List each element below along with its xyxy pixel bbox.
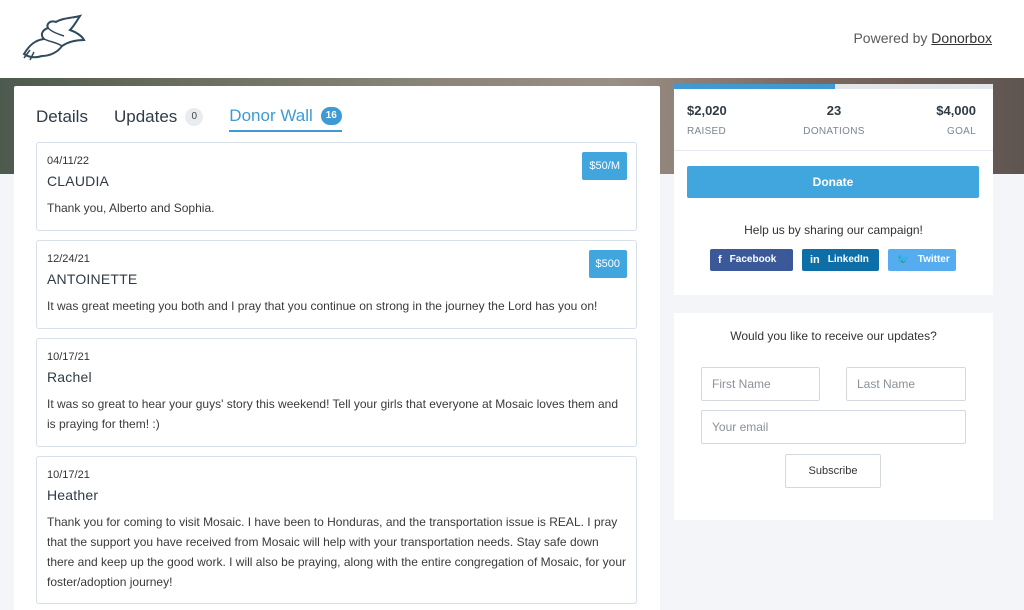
- goal-value: $4,000: [936, 103, 976, 118]
- raised-value: $2,020: [687, 103, 727, 118]
- subscribe-button[interactable]: Subscribe: [785, 454, 881, 488]
- donor-name: Rachel: [47, 369, 92, 385]
- donations-stat: 23 DONATIONS: [794, 103, 874, 137]
- donor-name: CLAUDIA: [47, 173, 110, 189]
- linkedin-icon: in: [810, 254, 820, 266]
- header: Powered by Donorbox: [0, 0, 1024, 78]
- goal-stat: $4,000 GOAL: [936, 103, 976, 137]
- facebook-icon: f: [718, 254, 722, 266]
- goal-label: GOAL: [947, 126, 976, 137]
- twitter-share-button[interactable]: 🐦 Twitter: [888, 249, 956, 271]
- facebook-share-label: Facebook: [729, 254, 777, 265]
- tab-bar: Details Updates 0 Donor Wall 16: [36, 104, 368, 134]
- twitter-share-label: Twitter: [917, 254, 950, 265]
- linkedin-share-label: LinkedIn: [827, 254, 869, 265]
- donation-amount-badge: $500: [588, 250, 627, 278]
- donor-entry: 04/11/22 CLAUDIA Thank you, Alberto and …: [36, 142, 637, 231]
- donor-name: ANTOINETTE: [47, 271, 138, 287]
- share-prompt: Help us by sharing our campaign!: [744, 223, 923, 237]
- donor-message: Thank you for coming to visit Mosaic. I …: [47, 515, 627, 589]
- campaign-details-card: Details Updates 0 Donor Wall 16 04/11/22…: [14, 86, 660, 610]
- linkedin-share-button[interactable]: in LinkedIn: [802, 249, 879, 271]
- tab-details-label: Details: [36, 107, 88, 126]
- tab-donor-wall-label: Donor Wall: [229, 106, 313, 125]
- donations-value: 23: [826, 103, 842, 118]
- facebook-share-button[interactable]: f Facebook: [710, 249, 793, 271]
- donor-date: 10/17/21: [47, 351, 90, 363]
- progress-fill: [674, 84, 836, 89]
- donor-message: Thank you, Alberto and Sophia.: [47, 201, 215, 215]
- donations-label: DONATIONS: [803, 126, 865, 137]
- donor-entry: 10/17/21 Heather Thank you for coming to…: [36, 456, 637, 604]
- tab-donor-wall[interactable]: Donor Wall 16: [229, 104, 342, 132]
- email-field[interactable]: Your email: [701, 410, 966, 444]
- donor-name: Heather: [47, 487, 99, 503]
- raised-stat: $2,020 RAISED: [687, 103, 727, 137]
- donor-wall-count-badge: 16: [320, 107, 342, 125]
- tab-details[interactable]: Details: [36, 104, 88, 130]
- donor-entry: 10/17/21 Rachel It was so great to hear …: [36, 338, 637, 447]
- powered-by-text: Powered by: [853, 30, 928, 46]
- raised-label: RAISED: [687, 126, 727, 137]
- progress-bar: [674, 84, 993, 89]
- tab-updates-label: Updates: [113, 107, 178, 126]
- donor-date: 12/24/21: [47, 253, 90, 265]
- divider: [674, 150, 993, 151]
- last-name-field[interactable]: Last Name: [846, 367, 966, 401]
- campaign-progress-card: $2,020 RAISED 23 DONATIONS $4,000 GOAL D…: [674, 84, 993, 295]
- twitter-icon: 🐦: [896, 254, 910, 266]
- subscribe-card: Would you like to receive our updates? F…: [674, 313, 993, 520]
- powered-by: Powered by Donorbox: [853, 30, 992, 46]
- updates-count-badge: 0: [185, 108, 204, 126]
- donor-message: It was so great to hear your guys' story…: [47, 397, 619, 431]
- donation-amount-badge: $50/M: [582, 152, 627, 180]
- subscribe-title: Would you like to receive our updates?: [730, 329, 937, 343]
- tab-updates[interactable]: Updates 0: [113, 104, 204, 130]
- donor-entry: 12/24/21 ANTOINETTE It was great meeting…: [36, 240, 637, 329]
- donorbox-link[interactable]: Donorbox: [931, 30, 992, 46]
- donor-message: It was great meeting you both and I pray…: [47, 299, 598, 313]
- donor-date: 04/11/22: [47, 155, 90, 167]
- dove-logo-icon[interactable]: [20, 14, 88, 62]
- donate-button[interactable]: Donate: [687, 166, 979, 198]
- donor-date: 10/17/21: [47, 469, 90, 481]
- first-name-field[interactable]: First Name: [701, 367, 820, 401]
